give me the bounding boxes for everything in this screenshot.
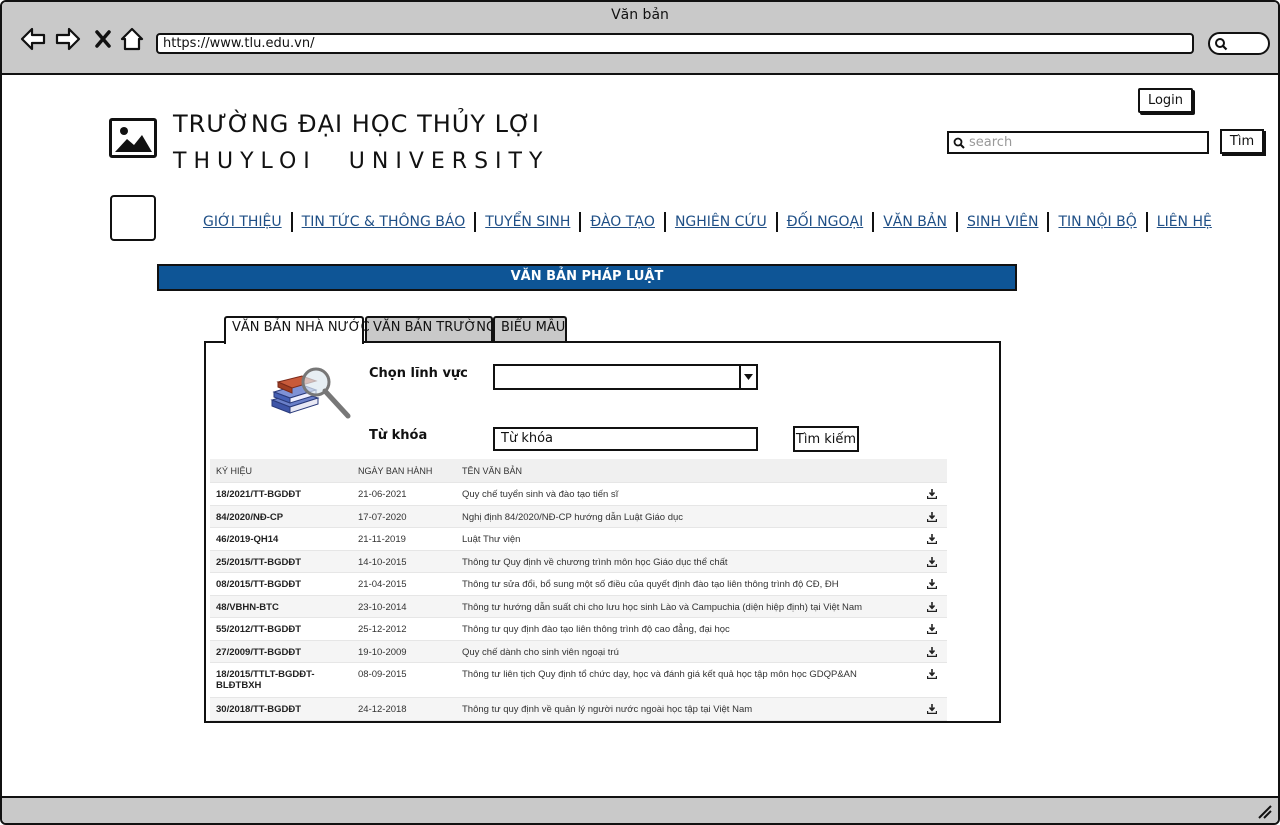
cell-date: 17-07-2020 xyxy=(358,511,407,523)
cell-date: 21-06-2021 xyxy=(358,489,407,500)
cell-name: Thông tư quy định đào tạo liên thông trì… xyxy=(462,624,730,635)
search-submit-button[interactable]: Tìm kiếm xyxy=(793,426,859,452)
table-row[interactable]: 27/2009/TT-BGDĐT 19-10-2009 Quy chế dành c… xyxy=(210,640,947,663)
download-icon[interactable] xyxy=(917,511,947,522)
download-icon[interactable] xyxy=(917,669,947,679)
menu-item-lien-he[interactable]: LIÊN HỆ xyxy=(1148,214,1221,230)
menu-item-sinh-vien[interactable]: SINH VIÊN xyxy=(958,214,1048,230)
download-icon[interactable] xyxy=(917,489,947,499)
cell-code: 25/2015/TT-BGDĐT xyxy=(216,556,301,568)
home-icon[interactable] xyxy=(117,24,147,54)
table-row[interactable]: 25/2015/TT-BGDĐT 14-10-2015 Thông tư Quy đ… xyxy=(210,550,947,573)
cell-code: 18/2015/TTLT-BGDĐT-BLĐTBXH xyxy=(216,669,315,691)
browser-window: Văn bản https://www.tlu.edu.vn/ TRƯỜNG Đ… xyxy=(0,0,1280,825)
menu-item-tuyen-sinh[interactable]: TUYỂN SINH xyxy=(476,214,579,230)
table-row[interactable]: 46/2019-QH14 21-11-2019 Luật Thư viện xyxy=(210,528,947,551)
close-x-icon[interactable] xyxy=(88,24,118,54)
download-icon[interactable] xyxy=(917,646,947,657)
cell-code: 55/2012/TT-BGDĐT xyxy=(216,624,301,635)
menu-item-tin-noi-bo[interactable]: TIN NỘI BỘ xyxy=(1049,214,1145,230)
cell-date: 23-10-2014 xyxy=(358,601,407,613)
login-button[interactable]: Login xyxy=(1138,88,1193,113)
table-row[interactable]: 08/2015/TT-BGDĐT 21-04-2015 Thông tư sửa đ… xyxy=(210,573,947,596)
cell-name: Quy chế tuyển sinh và đào tạo tiến sĩ xyxy=(462,489,619,500)
search-placeholder: search xyxy=(969,135,1013,150)
window-title: Văn bản xyxy=(611,7,669,23)
download-icon[interactable] xyxy=(917,704,947,714)
table-row[interactable]: 18/2015/TTLT-BGDĐT-BLĐTBXH 08-09-2015 Thôn… xyxy=(210,663,947,698)
menu-item-doi-ngoai[interactable]: ĐỐI NGOẠI xyxy=(778,214,873,230)
menu-item-nghien-cuu[interactable]: NGHIÊN CỨU xyxy=(666,214,776,230)
table-row[interactable]: 18/2021/TT-BGDĐT 21-06-2021 Quy chế tuyển … xyxy=(210,483,947,506)
table-row[interactable]: 55/2012/TT-BGDĐT 25-12-2012 Thông tư quy đ… xyxy=(210,618,947,641)
tab-bieu-mau[interactable]: BIỂU MẪU xyxy=(493,316,567,343)
cell-date: 24-12-2018 xyxy=(358,704,407,715)
square-placeholder xyxy=(110,195,156,241)
menu-item-tin-tuc[interactable]: TIN TỨC & THÔNG BÁO xyxy=(293,214,475,230)
site-search-input[interactable]: search xyxy=(947,131,1209,154)
download-icon[interactable] xyxy=(917,579,947,589)
table-row[interactable]: 30/2018/TT-BGDĐT 24-12-2018 Thông tư quy đ… xyxy=(210,698,947,721)
field-label: Chọn lĩnh vực xyxy=(369,366,468,381)
download-icon[interactable] xyxy=(917,556,947,567)
cell-code: 48/VBHN-BTC xyxy=(216,601,279,613)
main-menu: GIỚI THIỆU TIN TỨC & THÔNG BÁO TUYỂN SIN… xyxy=(194,210,1221,234)
search-icon xyxy=(953,137,965,149)
university-name-vn: TRƯỜNG ĐẠI HỌC THỦY LỢI xyxy=(173,110,540,138)
cell-name: Thông tư sửa đổi, bổ sung một số điều củ… xyxy=(462,579,839,590)
download-icon[interactable] xyxy=(917,624,947,634)
cell-date: 21-11-2019 xyxy=(358,534,406,545)
status-bar xyxy=(2,796,1278,823)
cell-date: 19-10-2009 xyxy=(358,646,407,658)
section-banner: VĂN BẢN PHÁP LUẬT xyxy=(157,264,1017,291)
cell-code: 46/2019-QH14 xyxy=(216,534,279,545)
field-select[interactable] xyxy=(493,364,758,390)
cell-name: Quy chế dành cho sinh viên ngoại trú xyxy=(462,646,619,658)
url-bar[interactable]: https://www.tlu.edu.vn/ xyxy=(156,33,1194,54)
cell-code: 84/2020/NĐ-CP xyxy=(216,511,284,523)
tab-van-ban-nha-nuoc[interactable]: VĂN BẢN NHÀ NƯỚC xyxy=(224,316,370,344)
cell-code: 27/2009/TT-BGDĐT xyxy=(216,646,301,658)
menu-item-van-ban[interactable]: VĂN BẢN xyxy=(874,214,956,230)
search-icon xyxy=(1215,38,1228,51)
cell-date: 08-09-2015 xyxy=(358,669,407,680)
cell-name: Thông tư quy định về quản lý người nước … xyxy=(462,704,753,715)
browser-toolbar: Văn bản https://www.tlu.edu.vn/ xyxy=(2,2,1278,75)
cell-code: 08/2015/TT-BGDĐT xyxy=(216,579,301,590)
cell-code: 18/2021/TT-BGDĐT xyxy=(216,489,301,500)
keyword-label: Từ khóa xyxy=(369,428,428,443)
university-name-en: THUYLOI UNIVERSITY xyxy=(173,149,550,174)
column-header-name: TÊN VĂN BẢN xyxy=(462,465,523,476)
image-placeholder-icon xyxy=(109,118,157,158)
keyword-input[interactable]: Từ khóa xyxy=(493,427,758,451)
column-header-date: NGÀY BAN HÀNH xyxy=(358,465,433,476)
cell-date: 21-04-2015 xyxy=(358,579,407,590)
forward-arrow-icon[interactable] xyxy=(53,24,83,54)
site-search-button[interactable]: Tìm xyxy=(1220,129,1264,154)
cell-code: 30/2018/TT-BGDĐT xyxy=(216,704,301,715)
download-icon[interactable] xyxy=(917,534,947,544)
menu-item-dao-tao[interactable]: ĐÀO TẠO xyxy=(581,214,664,230)
tab-van-ban-truong[interactable]: VĂN BẢN TRƯỜNG xyxy=(365,316,496,343)
download-icon[interactable] xyxy=(917,601,947,612)
table-header: KÝ HIỆU NGÀY BAN HÀNH TÊN VĂN BẢN xyxy=(210,459,947,483)
cell-name: Thông tư Quy định về chương trình môn họ… xyxy=(462,556,728,568)
cell-name: Thông tư hướng dẫn suất chi cho lưu học … xyxy=(462,601,863,613)
back-arrow-icon[interactable] xyxy=(18,24,48,54)
table-row[interactable]: 48/VBHN-BTC 23-10-2014 Thông tư hướng dẫn … xyxy=(210,595,947,618)
cell-date: 25-12-2012 xyxy=(358,624,407,635)
cell-name: Luật Thư viện xyxy=(462,534,521,545)
table-row[interactable]: 84/2020/NĐ-CP 17-07-2020 Nghị định 84/2020… xyxy=(210,505,947,528)
browser-search-field[interactable] xyxy=(1208,32,1270,55)
column-header-code: KÝ HIỆU xyxy=(216,465,253,476)
menu-item-gioi-thieu[interactable]: GIỚI THIỆU xyxy=(194,214,291,230)
documents-table: KÝ HIỆU NGÀY BAN HÀNH TÊN VĂN BẢN 18/202… xyxy=(210,459,947,721)
books-magnifier-icon xyxy=(270,367,351,419)
resize-grip-icon[interactable] xyxy=(1256,803,1272,819)
cell-name: Nghị định 84/2020/NĐ-CP hướng dẫn Luật G… xyxy=(462,511,684,523)
cell-name: Thông tư liên tịch Quy định tổ chức dạy,… xyxy=(462,669,857,680)
chevron-down-icon[interactable] xyxy=(739,366,756,388)
cell-date: 14-10-2015 xyxy=(358,556,407,568)
